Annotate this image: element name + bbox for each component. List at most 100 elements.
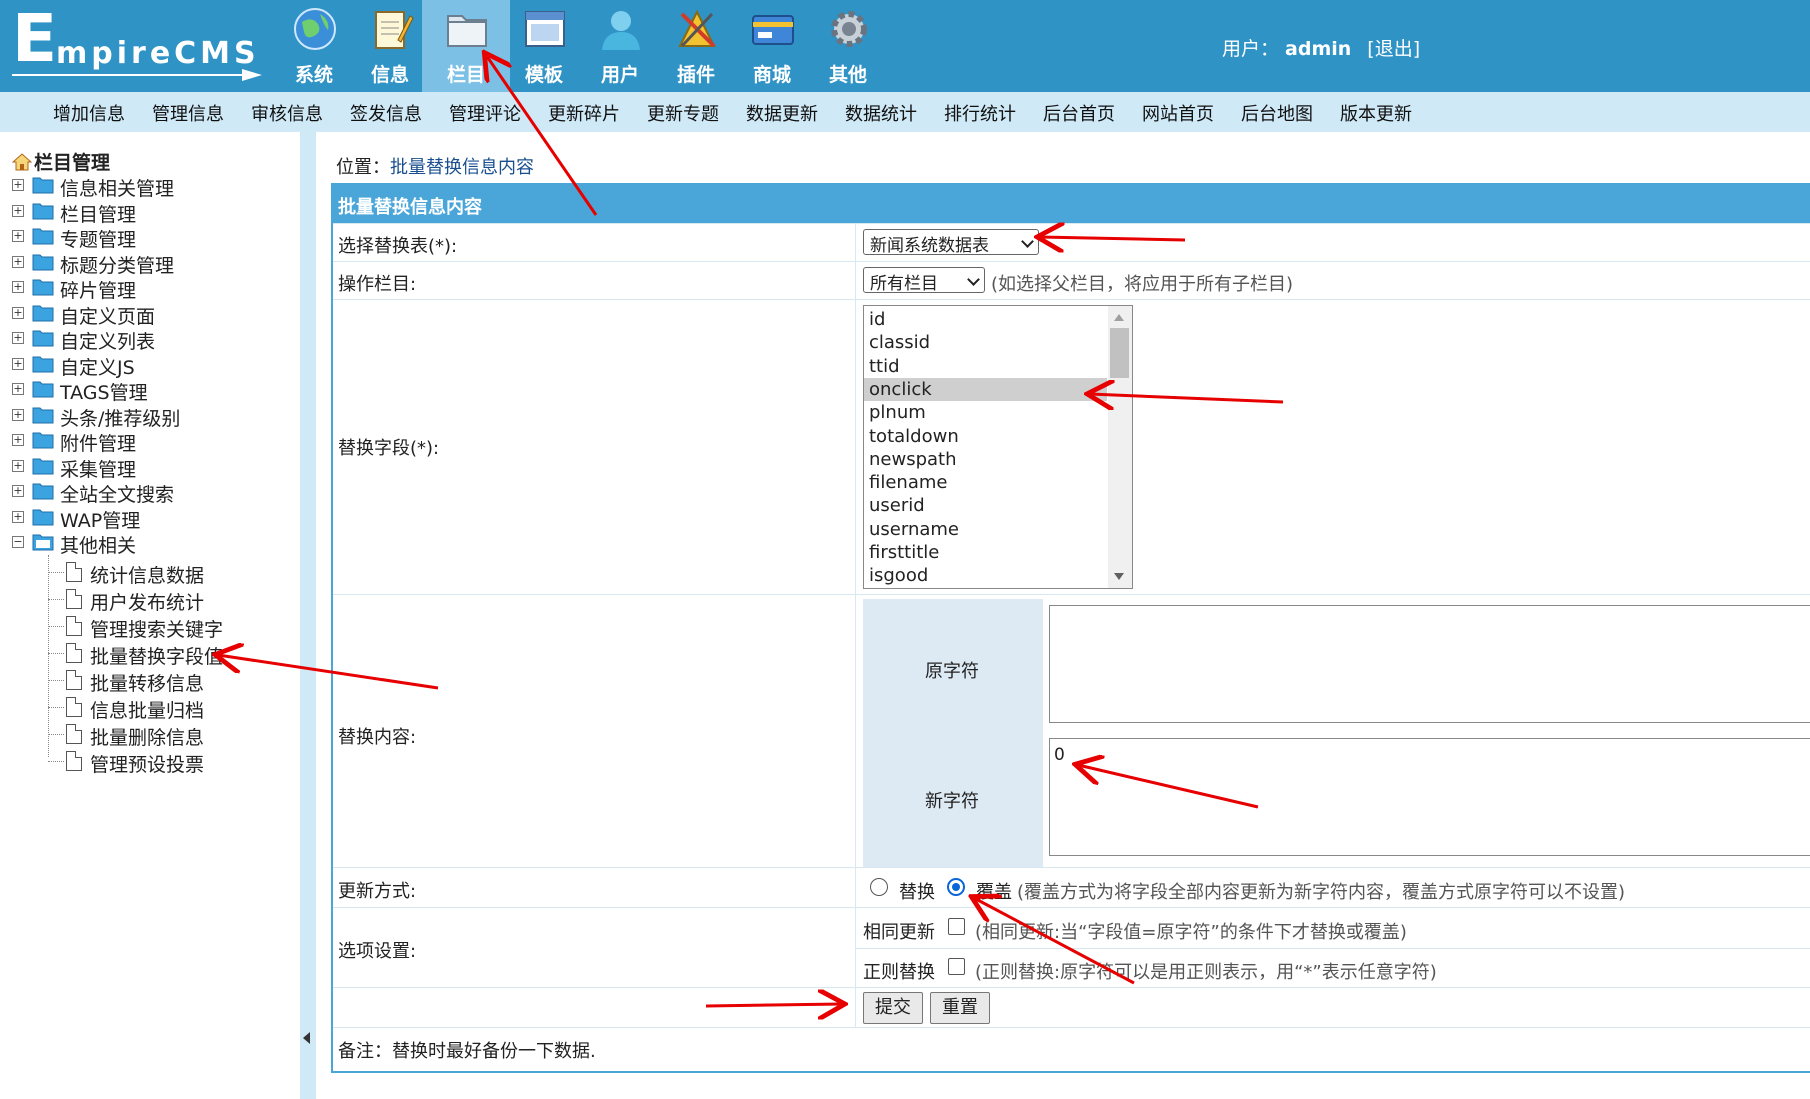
folder-icon <box>447 15 487 47</box>
field-option[interactable]: plnum <box>864 401 1107 424</box>
submenu-data-update[interactable]: 数据更新 <box>746 100 818 126</box>
field-option[interactable]: firsttitle <box>864 541 1107 564</box>
tree-root[interactable]: 栏目管理 <box>12 148 110 175</box>
expand-icon[interactable]: + <box>12 255 24 268</box>
field-listbox[interactable]: isgood firsttitle username userid filename ne… <box>863 305 1133 589</box>
opt-same-hint: (相同更新:当“字段值=原字符”的条件下才替换或覆盖) <box>975 922 1407 943</box>
expand-icon[interactable]: + <box>12 459 24 472</box>
expand-icon[interactable]: + <box>12 357 24 370</box>
row-mode: 更新方式: 替换 覆盖 (覆盖方式为将字段全部内容更新为新字符内容，覆盖方式原字… <box>333 867 1810 907</box>
nav-info[interactable]: 信息 <box>346 0 434 92</box>
submenu-admin-map[interactable]: 后台地图 <box>1241 100 1313 126</box>
gear-icon <box>831 11 867 47</box>
submenu-site-home[interactable]: 网站首页 <box>1142 100 1214 126</box>
collapse-arrow-icon[interactable] <box>303 1032 310 1044</box>
field-option[interactable]: onclick <box>864 377 1107 401</box>
nav-column[interactable]: 栏目 <box>422 0 510 92</box>
opt-regex-checkbox[interactable] <box>948 958 965 975</box>
expand-icon[interactable]: + <box>12 204 24 217</box>
document-icon <box>66 750 82 771</box>
row-class: 操作栏目: 所有栏目 (如选择父栏目，将应用于所有子栏目) <box>333 261 1810 299</box>
field-option[interactable]: classid <box>864 331 1107 354</box>
home-icon <box>12 153 32 171</box>
old-char-textarea[interactable] <box>1049 605 1810 723</box>
expand-icon[interactable]: + <box>12 510 24 523</box>
expand-icon[interactable]: + <box>12 485 24 497</box>
submenu-sign-info[interactable]: 签发信息 <box>350 100 422 126</box>
logout-link[interactable]: [退出] <box>1367 38 1420 60</box>
field-option[interactable]: ttid <box>864 355 1107 378</box>
collapse-icon[interactable]: − <box>12 536 24 548</box>
folder-icon <box>32 279 54 296</box>
mode-replace-label[interactable]: 替换 <box>899 878 935 904</box>
expand-icon[interactable]: + <box>12 179 24 191</box>
document-icon <box>66 696 82 717</box>
opt-same-label: 相同更新 <box>863 922 935 943</box>
document-icon <box>66 669 82 690</box>
reset-button[interactable]: 重置 <box>930 992 990 1024</box>
expand-icon[interactable]: + <box>12 230 24 242</box>
submenu-version-update[interactable]: 版本更新 <box>1340 100 1412 126</box>
scroll-down-icon[interactable] <box>1114 573 1124 580</box>
field-option[interactable]: isgood <box>864 564 1107 587</box>
new-char-label: 新字符 <box>925 791 979 812</box>
expand-icon[interactable]: + <box>12 281 24 293</box>
scroll-up-icon[interactable] <box>1114 314 1124 321</box>
folder-icon <box>32 534 54 551</box>
card-icon <box>752 15 794 45</box>
table-select[interactable]: 新闻系统数据表 <box>863 229 1039 256</box>
expand-icon[interactable]: + <box>12 408 24 421</box>
field-option[interactable]: userid <box>864 494 1107 517</box>
mode-cover-label[interactable]: 覆盖 <box>976 878 1012 904</box>
nav-system[interactable]: 系统 <box>270 0 358 92</box>
field-option[interactable]: id <box>864 308 1107 331</box>
submenu-manage-info[interactable]: 管理信息 <box>152 100 224 126</box>
empirecms-logo[interactable]: E mpireCMS <box>12 6 262 82</box>
expand-icon[interactable]: + <box>12 332 24 344</box>
submenu-data-stats[interactable]: 数据统计 <box>845 100 917 126</box>
new-char-textarea[interactable]: 0 <box>1049 738 1810 856</box>
scroll-thumb[interactable] <box>1110 328 1129 378</box>
field-option[interactable]: newspath <box>864 448 1107 471</box>
expand-icon[interactable]: + <box>12 434 24 446</box>
document-icon <box>66 723 82 744</box>
folder-icon <box>32 483 54 500</box>
submenu-update-fragments[interactable]: 更新碎片 <box>548 100 620 126</box>
row-table: 选择替换表(*): 新闻系统数据表 <box>333 223 1810 261</box>
nav-other[interactable]: 其他 <box>804 0 892 92</box>
form-title: 批量替换信息内容 <box>333 185 1810 223</box>
folder-icon <box>32 381 54 398</box>
nav-user[interactable]: 用户 <box>576 0 664 92</box>
submenu-admin-home[interactable]: 后台首页 <box>1043 100 1115 126</box>
expand-icon[interactable]: + <box>12 306 24 319</box>
submenu-manage-comments[interactable]: 管理评论 <box>449 100 521 126</box>
field-option[interactable]: totaldown <box>864 425 1107 448</box>
class-select[interactable]: 所有栏目 <box>863 267 985 294</box>
submenu-update-topics[interactable]: 更新专题 <box>647 100 719 126</box>
breadcrumb-link[interactable]: 批量替换信息内容 <box>390 157 534 178</box>
nav-plugin[interactable]: 插件 <box>652 0 740 92</box>
nav-template[interactable]: 模板 <box>500 0 588 92</box>
row-buttons: 提交 重置 <box>333 987 1810 1027</box>
sidebar-tree: 栏目管理 + 信息相关管理 + 栏目管理 + 专题管理 + 标题分类管理 + 碎片管理 + 自定义页面… <box>0 132 300 1099</box>
mode-cover-radio[interactable] <box>947 878 965 896</box>
listbox-scrollbar[interactable] <box>1108 306 1132 588</box>
mode-replace-radio[interactable] <box>870 878 888 896</box>
folder-icon <box>32 330 54 347</box>
field-option[interactable]: filename <box>864 471 1107 494</box>
submenu-review-info[interactable]: 审核信息 <box>251 100 323 126</box>
row-options: 选项设置: 相同更新 (相同更新:当“字段值=原字符”的条件下才替换或覆盖) 正… <box>333 907 1810 987</box>
submenu-add-info[interactable]: 增加信息 <box>53 100 125 126</box>
submit-button[interactable]: 提交 <box>863 992 923 1024</box>
opt-regex-label: 正则替换 <box>863 962 935 983</box>
chevron-down-icon <box>967 273 980 286</box>
submenu-ranking-stats[interactable]: 排行统计 <box>944 100 1016 126</box>
field-option[interactable]: username <box>864 518 1107 541</box>
nav-shop[interactable]: 商城 <box>728 0 816 92</box>
sidebar-splitter[interactable] <box>300 132 316 1099</box>
opt-same-checkbox[interactable] <box>948 918 965 935</box>
notepad-icon <box>375 11 414 49</box>
opt-regex-hint: (正则替换:原字符可以是用正则表示，用“*”表示任意字符) <box>975 962 1437 983</box>
backup-note: 备注：替换时最好备份一下数据. <box>338 1041 596 1062</box>
expand-icon[interactable]: + <box>12 383 24 395</box>
